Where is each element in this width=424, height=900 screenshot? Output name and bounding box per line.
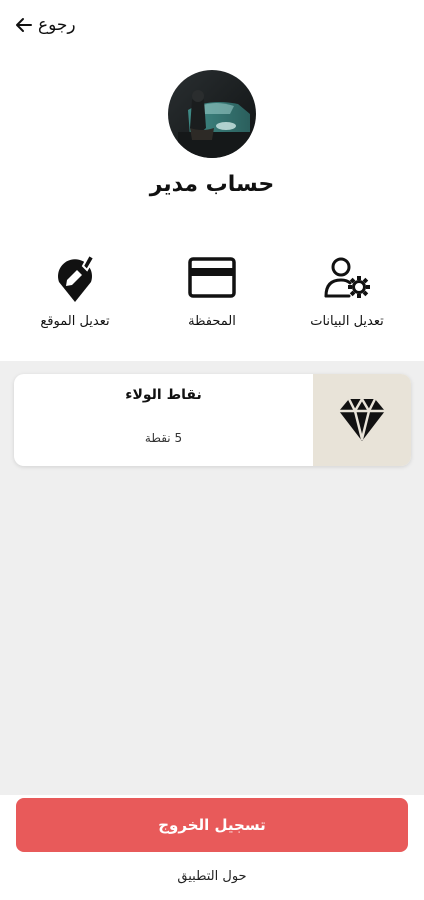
top-bar: رجوع — [0, 0, 424, 52]
location-pin-edit-icon — [58, 253, 96, 302]
wallet-label: المحفظة — [188, 314, 236, 329]
back-button[interactable]: رجوع — [14, 12, 76, 38]
logout-button[interactable]: تسجيل الخروج — [16, 798, 408, 852]
edit-data-label: تعديل البيانات — [310, 314, 384, 329]
user-gear-icon — [324, 257, 370, 298]
back-label: رجوع — [38, 15, 76, 35]
profile-actions: تعديل البيانات المحفظة تعديل الموقع — [0, 252, 424, 342]
edit-data-button[interactable]: تعديل البيانات — [282, 252, 412, 338]
loyalty-icon-box — [313, 374, 411, 466]
profile-name: حساب مدير — [149, 172, 275, 197]
diamond-icon — [339, 397, 385, 441]
edit-location-label: تعديل الموقع — [40, 314, 110, 329]
edit-location-button[interactable]: تعديل الموقع — [10, 252, 140, 338]
about-app-link[interactable]: حول التطبيق — [0, 866, 424, 888]
loyalty-title: نقاط الولاء — [125, 387, 202, 403]
loyalty-points-value: 5 نقطة — [144, 431, 183, 445]
wallet-button[interactable]: المحفظة — [147, 252, 277, 338]
arrow-left-icon — [16, 18, 32, 32]
credit-card-icon — [188, 257, 236, 298]
loyalty-points-card[interactable]: نقاط الولاء 5 نقطة — [14, 374, 411, 466]
avatar[interactable] — [168, 70, 256, 158]
